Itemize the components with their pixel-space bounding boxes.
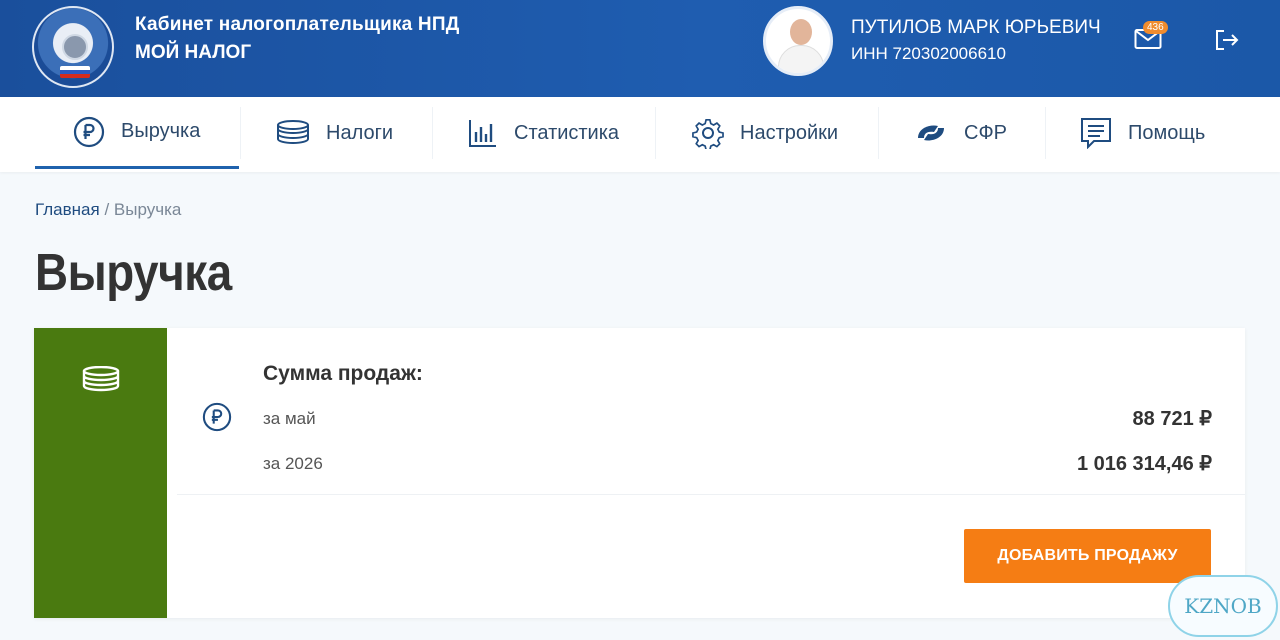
breadcrumb-home-link[interactable]: Главная bbox=[35, 200, 100, 219]
app-header: Кабинет налогоплательщика НПД МОЙ НАЛОГ … bbox=[0, 0, 1280, 97]
nav-tab-sfr[interactable]: СФР bbox=[914, 97, 1007, 169]
page-title: Выручка bbox=[35, 244, 232, 302]
nav-tab-label: Помощь bbox=[1128, 121, 1206, 144]
sales-period-label: за май bbox=[263, 409, 316, 428]
sales-period-value: 88 721 ₽ bbox=[1132, 408, 1212, 430]
breadcrumb-separator: / bbox=[99, 200, 114, 219]
sales-summary-card: Сумма продаж: за май 88 721 ₽ за 2026 1 … bbox=[34, 328, 1245, 618]
help-chat-icon bbox=[1081, 118, 1111, 149]
nav-tab-settings[interactable]: Настройки bbox=[692, 97, 838, 169]
eagle-emblem-icon bbox=[62, 34, 88, 60]
main-nav: Выручка Налоги Статистика Настройки СФР … bbox=[0, 97, 1280, 172]
logout-icon[interactable] bbox=[1214, 28, 1240, 52]
nav-tab-taxes[interactable]: Налоги bbox=[276, 97, 393, 169]
ruble-icon bbox=[73, 116, 105, 147]
sfr-icon bbox=[918, 125, 944, 141]
nav-tab-label: Настройки bbox=[740, 121, 839, 144]
card-side-panel bbox=[34, 328, 167, 618]
notification-badge: 436 bbox=[1143, 21, 1168, 34]
nav-tab-label: СФР bbox=[964, 121, 1007, 144]
app-subtitle: МОЙ НАЛОГ bbox=[135, 42, 252, 63]
user-name: ПУТИЛОВ МАРК ЮРЬЕВИЧ bbox=[851, 17, 1101, 38]
nav-tab-label: Выручка bbox=[121, 120, 201, 142]
breadcrumb-current: Выручка bbox=[113, 200, 182, 219]
bar-chart-icon bbox=[469, 120, 496, 147]
breadcrumb: Главная / Выручка bbox=[35, 200, 181, 220]
sales-year-value: 1 016 314,46 ₽ bbox=[1076, 453, 1212, 475]
russian-flag-icon bbox=[60, 66, 90, 78]
watermark-logo: KZNOB bbox=[1168, 575, 1278, 637]
user-inn: ИНН 720302006610 bbox=[851, 44, 1006, 63]
sales-year-label: за 2026 bbox=[263, 454, 323, 473]
app-title: Кабинет налогоплательщика НПД bbox=[135, 14, 460, 35]
nav-tab-help[interactable]: Помощь bbox=[1080, 97, 1205, 169]
user-avatar[interactable] bbox=[763, 6, 833, 76]
coins-icon bbox=[82, 366, 120, 392]
nav-tab-revenue[interactable]: Выручка bbox=[35, 97, 239, 169]
add-sale-button[interactable]: ДОБАВИТЬ ПРОДАЖУ bbox=[964, 529, 1211, 583]
coins-icon bbox=[277, 120, 309, 144]
nav-tab-label: Статистика bbox=[514, 121, 620, 144]
sales-title: Сумма продаж: bbox=[263, 362, 423, 385]
nav-tab-statistics[interactable]: Статистика bbox=[468, 97, 619, 169]
nav-tab-label: Налоги bbox=[326, 121, 394, 144]
gear-icon bbox=[692, 118, 724, 149]
fns-logo[interactable] bbox=[32, 6, 114, 88]
ruble-icon bbox=[202, 402, 232, 432]
